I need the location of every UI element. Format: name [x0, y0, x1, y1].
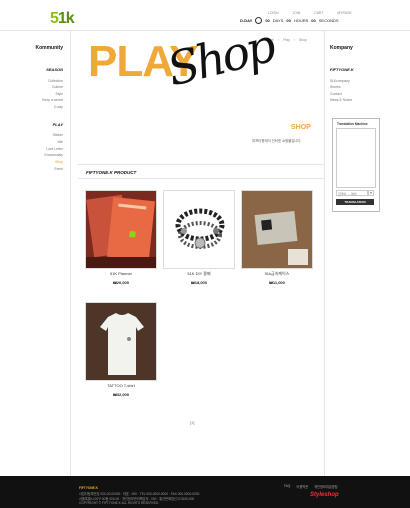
banner-shop-script: Shop [162, 18, 279, 97]
sidebar-item-d-day[interactable]: D-day [54, 105, 63, 109]
dday-days-unit: DAYS [272, 18, 284, 23]
footer-link-terms[interactable]: 이용약관 [296, 484, 308, 489]
breadcrumb-shop: Shop [298, 38, 307, 42]
translation-language-select[interactable]: 한국어 → 영어 [336, 190, 368, 196]
product-name[interactable]: TATTOO T-shirt [85, 383, 157, 388]
header-divider [0, 30, 410, 31]
season-title: SEASON [46, 67, 63, 72]
left-column-divider [70, 30, 71, 476]
product-image-planner[interactable] [85, 190, 157, 269]
top-nav: LOGIN JOIN CART MYPAGE [268, 11, 352, 15]
sidebar-item-event[interactable]: Event [54, 167, 63, 171]
product-price: ₩11,000 [269, 280, 285, 285]
breadcrumb-separator: › [293, 38, 295, 42]
pagination[interactable]: [1] [190, 420, 194, 425]
sidebar-item-news[interactable]: News & Notice [330, 98, 352, 102]
sidebar-item-idle[interactable]: Idle [58, 140, 63, 144]
product-price: ₩32,000 [112, 392, 129, 397]
play-title: PLAY [52, 122, 63, 127]
left-sidebar-title: Kommunity [35, 45, 64, 51]
product-name[interactable]: 51K Planner [85, 271, 157, 276]
sidebar-item-contact[interactable]: Contact [330, 92, 342, 96]
footer-badge[interactable]: Styleshop [310, 492, 339, 498]
translation-button[interactable]: TRANSLATION [336, 199, 374, 205]
sidebar-item-sticker[interactable]: Sticker [53, 133, 63, 137]
sidebar-item-style[interactable]: Style [55, 92, 63, 96]
translation-textarea[interactable] [336, 128, 376, 188]
product-price: ₩18,000 [190, 280, 207, 285]
footer-info-line: COPYRIGHT © FIFTYONE.K ALL RIGHTS RESERV… [79, 501, 160, 505]
footer-brand: FIFTYONE.K [79, 486, 98, 490]
breadcrumb-separator: › [278, 38, 280, 42]
dday-seconds-unit: SECONDS [318, 18, 339, 23]
logo-accent-text: 1k [57, 10, 75, 27]
right-sidebar-title: Kompany [330, 45, 353, 51]
footer-link-privacy[interactable]: 개인정보취급방침 [314, 484, 337, 489]
top-link-login[interactable]: LOGIN [268, 11, 279, 15]
top-link-cart[interactable]: CART [314, 11, 323, 15]
sidebar-item-love-letter[interactable]: Love Letter [46, 147, 63, 151]
page-title: SHOP [291, 124, 311, 131]
chevron-down-icon[interactable]: ▾ [368, 190, 374, 196]
footer [0, 476, 410, 508]
page-description: 피프티원케이 인터넷 쇼핑몰입니다. [252, 139, 302, 143]
sidebar-item-collection[interactable]: Collection [48, 79, 63, 83]
top-link-mypage[interactable]: MYPAGE [337, 11, 351, 15]
footer-link-faq[interactable]: FAQ [284, 484, 290, 489]
sidebar-item-keep-a-secret[interactable]: Keep a secret [42, 98, 63, 102]
footer-links: FAQ 이용약관 개인정보취급방침 [284, 484, 338, 489]
sidebar-item-shop[interactable]: Shop [55, 160, 63, 164]
dday-hours-unit: HOURS [293, 18, 309, 23]
dday-minutes: 00 [311, 18, 316, 23]
top-link-join[interactable]: JOIN [293, 11, 301, 15]
section-divider [78, 164, 324, 165]
dday-hours: 00 [286, 18, 291, 23]
sidebar-item-culture[interactable]: Culture [52, 85, 63, 89]
product-image-bracelet[interactable] [163, 190, 235, 269]
breadcrumb-play[interactable]: Play [283, 38, 290, 42]
right-section-title: FIFTYONE.K [330, 67, 354, 72]
product-image-tshirt[interactable] [85, 302, 157, 381]
category-label: FIFTYONE.K PRODUCT [86, 170, 137, 175]
translation-title: Translation Machine [337, 122, 368, 126]
breadcrumb: Home › Play › Shop [265, 38, 307, 42]
product-price: ₩20,000 [112, 280, 129, 285]
product-image-metal-case[interactable] [241, 190, 313, 269]
category-divider [78, 178, 324, 179]
right-column-divider [324, 30, 325, 476]
site-logo[interactable]: 51k [50, 10, 75, 28]
sidebar-item-stories[interactable]: Stories [330, 85, 341, 89]
sidebar-item-knowhodaly[interactable]: Knowhodaly [45, 153, 63, 157]
product-name[interactable]: 51K DIY 팔찌 [163, 271, 235, 277]
sidebar-item-company[interactable]: 51Kcompany [330, 79, 350, 83]
product-name[interactable]: 51k금속케이스 [241, 271, 313, 277]
logo-main-text: 5 [50, 10, 59, 27]
